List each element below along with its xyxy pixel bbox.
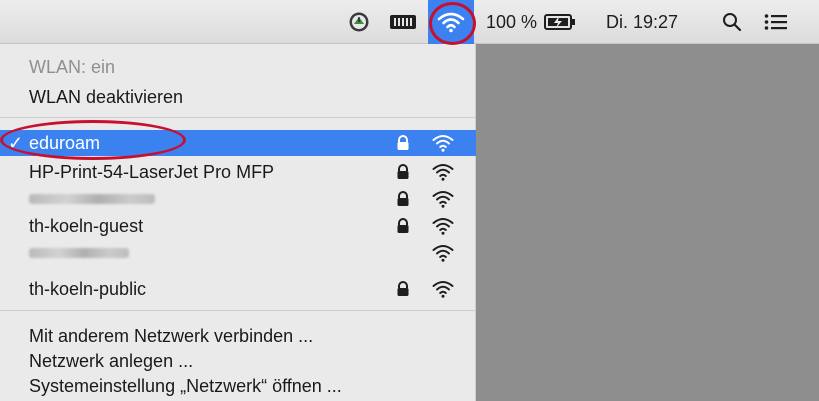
wifi-signal-icon: [432, 218, 454, 235]
network-item-obscured[interactable]: [0, 186, 476, 212]
obscured-network-name: [29, 248, 129, 258]
desktop-background: [476, 44, 819, 401]
network-name: th-koeln-guest: [29, 215, 144, 236]
lock-icon: [397, 191, 409, 206]
action-label: Mit anderem Netzwerk verbinden ...: [29, 325, 314, 346]
network-name: eduroam: [29, 132, 101, 153]
lock-icon: [397, 164, 409, 179]
menu-separator: [0, 117, 476, 118]
network-item-hp-print[interactable]: HP-Print-54-LaserJet Pro MFP: [0, 159, 476, 185]
network-name: HP-Print-54-LaserJet Pro MFP: [29, 161, 275, 182]
menu-bar-clock[interactable]: Di. 19:27: [606, 0, 678, 44]
battery-charging-icon[interactable]: [544, 0, 576, 44]
create-network-item[interactable]: Netzwerk anlegen ...: [0, 348, 476, 374]
lock-icon: [397, 281, 409, 296]
wlan-dropdown-menu: WLAN: ein WLAN deaktivieren ✓ eduroam HP…: [0, 44, 476, 401]
lock-icon: [397, 135, 409, 150]
wifi-icon: [437, 12, 465, 33]
time-machine-icon[interactable]: [348, 0, 370, 44]
action-label: Systemeinstellung „Netzwerk“ öffnen ...: [29, 375, 342, 396]
keyboard-icon[interactable]: [389, 0, 417, 44]
wifi-signal-icon: [432, 164, 454, 181]
wifi-signal-icon: [432, 191, 454, 208]
menu-bar: 100 % Di. 19:27: [0, 0, 819, 44]
spotlight-search-icon[interactable]: [722, 0, 742, 44]
network-item-eduroam[interactable]: ✓ eduroam: [0, 130, 476, 156]
wifi-signal-icon: [432, 135, 454, 152]
network-item-th-koeln-public[interactable]: th-koeln-public: [0, 276, 476, 302]
network-item-th-koeln-guest[interactable]: th-koeln-guest: [0, 213, 476, 239]
wifi-signal-icon: [432, 245, 454, 262]
wlan-status-item: WLAN: ein: [0, 54, 476, 80]
wlan-status-label: WLAN: ein: [29, 56, 116, 77]
connect-other-network-item[interactable]: Mit anderem Netzwerk verbinden ...: [0, 323, 476, 349]
lock-icon: [397, 218, 409, 233]
action-label: Netzwerk anlegen ...: [29, 350, 194, 371]
battery-percentage: 100 %: [486, 11, 538, 32]
wifi-menu-button[interactable]: [428, 0, 474, 44]
menu-separator: [0, 310, 476, 311]
notification-list-icon[interactable]: [764, 0, 788, 44]
wlan-toggle-item[interactable]: WLAN deaktivieren: [0, 84, 476, 110]
network-item-obscured[interactable]: [0, 240, 476, 266]
open-network-preferences-item[interactable]: Systemeinstellung „Netzwerk“ öffnen ...: [0, 373, 476, 399]
wlan-toggle-label: WLAN deaktivieren: [29, 86, 184, 107]
obscured-network-name: [29, 194, 155, 204]
network-name: th-koeln-public: [29, 278, 147, 299]
checkmark-icon: ✓: [8, 132, 24, 153]
wifi-signal-icon: [432, 281, 454, 298]
